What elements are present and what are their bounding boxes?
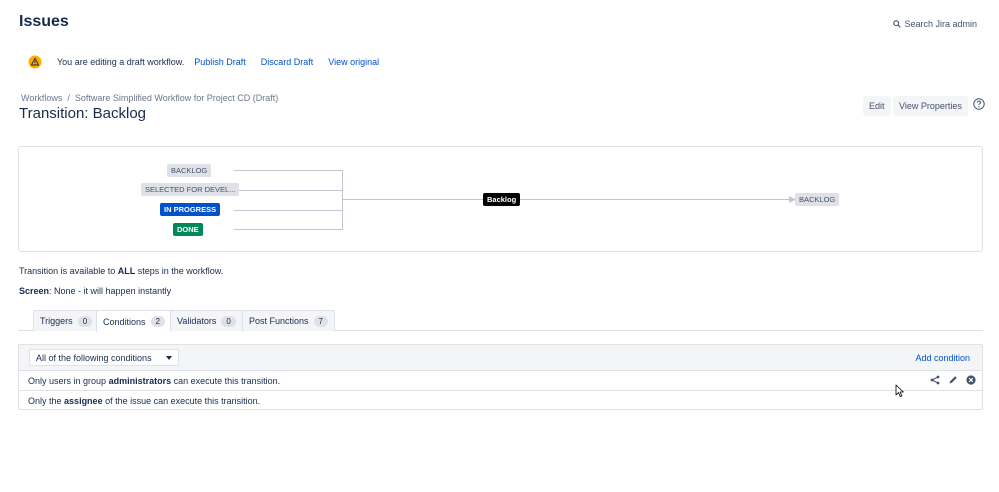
conditions-header: All of the following conditions Add cond… — [19, 345, 982, 371]
tab-bar: Triggers 0 Conditions 2 Validators 0 Post F… — [18, 310, 983, 332]
status-target-backlog: BACKLOG — [795, 193, 840, 206]
tab-label: Post Functions — [249, 316, 309, 326]
tab-count: 2 — [150, 316, 165, 327]
banner-message: You are editing a draft workflow. — [57, 57, 185, 67]
status-done: DONE — [173, 223, 203, 236]
screen-label: Screen — [19, 286, 50, 296]
condition-text-bold: administrators — [108, 375, 172, 386]
view-properties-button[interactable]: View Properties — [893, 96, 968, 116]
search-icon — [893, 20, 902, 28]
tab-post-functions[interactable]: Post Functions 7 — [242, 310, 335, 331]
tab-label: Triggers — [40, 316, 73, 326]
breadcrumb-workflows[interactable]: Workflows — [21, 93, 62, 103]
condition-text-post: can execute this transition. — [173, 375, 281, 386]
condition-text-post: of the issue can execute this transition… — [105, 396, 261, 406]
condition-text-bold: assignee — [64, 396, 103, 406]
availability-prefix: Transition is available to — [19, 266, 118, 276]
view-original-link[interactable]: View original — [328, 57, 379, 67]
condition-row-actions — [930, 375, 976, 385]
connector-line — [234, 229, 342, 230]
conditions-panel: All of the following conditions Add cond… — [18, 344, 983, 410]
tab-label: Validators — [177, 316, 217, 326]
tab-label: Conditions — [103, 316, 146, 327]
breadcrumb: Workflows / Software Simplified Workflow f… — [21, 93, 278, 103]
condition-row: Only the assignee of the issue can execu… — [19, 391, 982, 411]
condition-text-pre: Only users in group — [28, 375, 107, 386]
connector-line — [234, 210, 342, 211]
breadcrumb-current-workflow[interactable]: Software Simplified Workflow for Project… — [75, 93, 278, 103]
breadcrumb-separator: / — [67, 93, 70, 103]
condition-group-select[interactable]: All of the following conditions — [29, 349, 179, 366]
discard-draft-link[interactable]: Discard Draft — [261, 57, 314, 67]
warning-icon — [28, 55, 42, 69]
add-condition-link[interactable]: Add condition — [915, 353, 970, 363]
help-icon[interactable] — [973, 98, 985, 110]
page-title: Issues — [19, 13, 69, 30]
search-jira-admin[interactable]: Search Jira admin — [893, 19, 977, 29]
draft-banner: You are editing a draft workflow. Publis… — [28, 55, 379, 69]
status-backlog: BACKLOG — [167, 164, 212, 177]
tab-validators[interactable]: Validators 0 — [170, 310, 243, 331]
connector-line — [342, 199, 794, 200]
connector-line — [234, 170, 342, 171]
edit-pencil-icon[interactable] — [948, 375, 958, 385]
transition-title: Transition: Backlog — [19, 105, 147, 122]
status-selected-for-development: SELECTED FOR DEVEL... — [141, 183, 240, 196]
transition-diagram: BACKLOG SELECTED FOR DEVEL... IN PROGRES… — [18, 146, 983, 252]
delete-icon[interactable] — [966, 375, 976, 385]
share-icon[interactable] — [930, 375, 940, 385]
select-value: All of the following conditions — [36, 352, 152, 363]
tab-triggers[interactable]: Triggers 0 — [33, 310, 100, 331]
status-in-progress: IN PROGRESS — [160, 203, 221, 216]
publish-draft-link[interactable]: Publish Draft — [194, 57, 246, 67]
availability-text: Transition is available to ALL steps in … — [19, 266, 223, 276]
caret-down-icon — [166, 355, 172, 360]
tab-conditions[interactable]: Conditions 2 — [96, 310, 172, 332]
condition-text-pre: Only the — [28, 396, 62, 406]
availability-emphasis: ALL — [117, 266, 136, 276]
screen-value: : None - it will happen instantly — [49, 286, 172, 296]
availability-suffix: steps in the workflow. — [135, 266, 224, 276]
edit-button[interactable]: Edit — [863, 96, 891, 116]
connector-line — [234, 190, 342, 191]
screen-text: Screen: None - it will happen instantly — [19, 286, 171, 296]
transition-label: Backlog — [483, 193, 521, 206]
mouse-cursor-icon — [895, 384, 904, 397]
connector-line — [342, 170, 343, 230]
tab-count: 0 — [77, 315, 93, 327]
tab-count: 7 — [313, 315, 328, 327]
search-label: Search Jira admin — [904, 19, 977, 29]
condition-row: Only users in group administrators can e… — [19, 371, 982, 391]
tab-count: 0 — [221, 315, 236, 327]
